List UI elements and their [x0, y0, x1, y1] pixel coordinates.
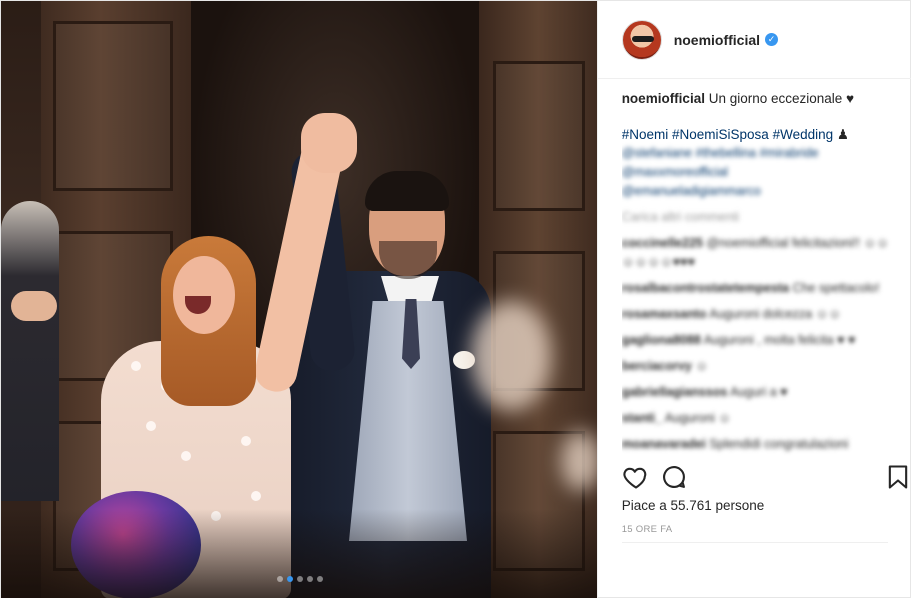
comment-user[interactable]: rosamaxsanto: [622, 307, 707, 321]
hashtag-link[interactable]: #Noemi: [622, 127, 669, 142]
comments-list: noemiofficial Un giorno eccezionale ♥ #N…: [622, 89, 902, 459]
comment: rosalbacontrostatetempesta Che spettacol…: [622, 279, 902, 298]
comment: coccinelle225 @noemiofficial felicitazio…: [622, 234, 902, 272]
dress-emoji: ♟: [836, 127, 849, 142]
divider: [621, 542, 888, 543]
guest-left: [1, 201, 59, 501]
caption-text: Un giorno eccezionale ♥: [708, 91, 855, 106]
motion-blur: [471, 301, 551, 411]
comment-user[interactable]: gagliona8088: [622, 333, 701, 347]
tag-line[interactable]: @maxxmoreofficial: [622, 163, 902, 182]
comment-text: Auguri a ♥: [730, 385, 788, 399]
comment-user[interactable]: moanavaradei: [622, 437, 706, 451]
load-more-comments[interactable]: Carica altri commenti: [622, 208, 902, 227]
comment: berciacorvy ☺: [622, 357, 902, 376]
speech-bubble-icon[interactable]: [660, 463, 688, 491]
comment: stanti_ Auguroni ☺: [622, 409, 902, 428]
hashtag-link[interactable]: #Wedding: [773, 127, 834, 142]
tag-line[interactable]: @stefaniane #thebellina #mirabride: [622, 144, 902, 163]
comment-text: Auguroni , molta felicita ♥ ♥: [703, 333, 856, 347]
clapping-hands: [11, 291, 57, 321]
comment-text: Splendidi congratulazioni: [709, 437, 849, 451]
heart-outline-icon[interactable]: [622, 463, 650, 491]
hashtag-link[interactable]: #NoemiSiSposa: [672, 127, 769, 142]
comment-text: Auguroni dolcezza ☺☺: [709, 307, 842, 321]
bookmark-icon[interactable]: [884, 463, 911, 491]
groom-hair: [365, 171, 449, 211]
post-photo[interactable]: [1, 1, 597, 598]
joined-hands: [301, 113, 357, 173]
comment-text: Auguroni ☺: [664, 411, 732, 425]
carousel-dot[interactable]: [277, 576, 283, 582]
carousel-dot[interactable]: [317, 576, 323, 582]
comment-user[interactable]: stanti_: [622, 411, 662, 425]
comment-user[interactable]: rosalbacontrostatetempesta: [622, 281, 789, 295]
comment-user[interactable]: berciacorvy: [622, 359, 692, 373]
likes-count[interactable]: Piace a 55.761 persone: [622, 498, 765, 513]
carousel-indicator[interactable]: [277, 576, 323, 582]
carousel-dot[interactable]: [287, 576, 293, 582]
carousel-dot[interactable]: [307, 576, 313, 582]
comment: gagliona8088 Auguroni , molta felicita ♥…: [622, 331, 902, 350]
hashtag-line: #Noemi #NoemiSiSposa #Wedding ♟: [622, 125, 902, 144]
comment-user[interactable]: gabriellagianssos: [622, 385, 728, 399]
comment: gabriellagianssos Auguri a ♥: [622, 383, 902, 402]
post-sidebar: noemiofficial ✓ noemiofficial Un giorno …: [596, 1, 911, 598]
tag-line[interactable]: @emanueladigiammarco: [622, 182, 902, 201]
post-timestamp[interactable]: 15 ORE FA: [622, 524, 673, 535]
post-header: noemiofficial ✓: [597, 1, 911, 79]
carousel-dot[interactable]: [297, 576, 303, 582]
caption: noemiofficial Un giorno eccezionale ♥: [622, 89, 902, 108]
comment: rosamaxsanto Auguroni dolcezza ☺☺: [622, 305, 902, 324]
avatar[interactable]: [621, 19, 662, 60]
comment: moanavaradei Splendidi congratulazioni: [622, 435, 902, 454]
comment-text: Che spettacolo!: [792, 281, 880, 295]
comment-user[interactable]: coccinelle225: [622, 236, 703, 250]
verified-badge-icon: ✓: [765, 33, 779, 46]
blurred-content: @stefaniane #thebellina #mirabride @maxx…: [622, 144, 902, 454]
motion-blur: [561, 431, 597, 491]
floor-shadow: [1, 509, 597, 598]
comment-text: ☺: [695, 359, 709, 373]
header-username[interactable]: noemiofficial: [674, 32, 760, 48]
instagram-post: noemiofficial ✓ noemiofficial Un giorno …: [0, 0, 911, 598]
bride-face: [173, 256, 235, 334]
action-bar: [622, 463, 907, 491]
caption-username[interactable]: noemiofficial: [622, 91, 705, 106]
